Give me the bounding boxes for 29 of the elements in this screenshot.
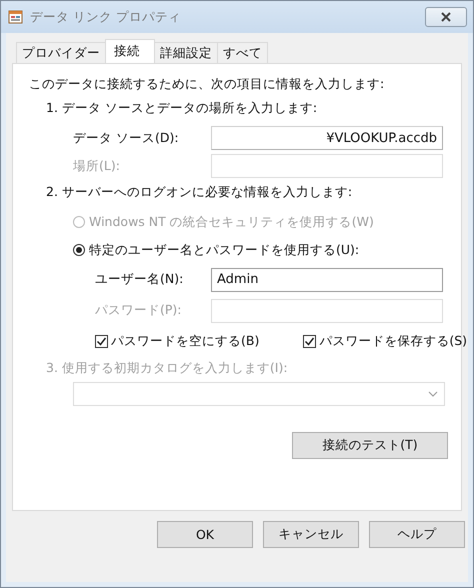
checkbox-label: パスワードを空にする(B) bbox=[111, 332, 260, 350]
tab[interactable]: すべて bbox=[217, 42, 268, 63]
tab[interactable]: 接続 bbox=[105, 39, 155, 63]
field-label: データ ソース(D): bbox=[73, 130, 180, 146]
app-icon bbox=[8, 9, 24, 25]
window-title: データ リンク プロパティ bbox=[30, 8, 182, 26]
section-heading: 2. サーバーへのログオンに必要な情報を入力します: bbox=[46, 184, 354, 201]
checkbox[interactable] bbox=[95, 334, 108, 348]
radio-button[interactable] bbox=[73, 244, 85, 256]
section-heading: 3. 使用する初期カタログを入力します(I): bbox=[46, 360, 289, 377]
radio-label: 特定のユーザー名とパスワードを使用する(U): bbox=[89, 242, 360, 258]
tab[interactable]: プロバイダー bbox=[16, 42, 106, 63]
test-connection-button[interactable]: 接続のテスト(T) bbox=[292, 432, 448, 459]
close-icon bbox=[439, 12, 453, 22]
radio-label: Windows NT の統合セキュリティを使用する(W) bbox=[89, 214, 374, 230]
input-field[interactable]: Admin bbox=[211, 268, 443, 292]
input-field[interactable]: ¥VLOOKUP.accdb bbox=[211, 126, 443, 150]
chevron-down-icon bbox=[428, 391, 438, 397]
close-button[interactable] bbox=[425, 7, 467, 27]
dialog-button[interactable]: OK bbox=[157, 521, 253, 548]
intro-text: このデータに接続するために、次の項目に情報を入力します: bbox=[29, 76, 386, 93]
section-heading: 1. データ ソースとデータの場所を入力します: bbox=[46, 100, 318, 117]
checkbox-label: パスワードを保存する(S) bbox=[319, 332, 468, 350]
field-label: パスワード(P): bbox=[95, 302, 183, 319]
dialog-button[interactable]: キャンセル bbox=[263, 521, 359, 548]
dialog-button[interactable]: ヘルプ bbox=[369, 521, 465, 548]
field-label: ユーザー名(N): bbox=[95, 271, 184, 288]
field-label: 場所(L): bbox=[73, 158, 121, 174]
checkbox[interactable] bbox=[303, 334, 316, 348]
